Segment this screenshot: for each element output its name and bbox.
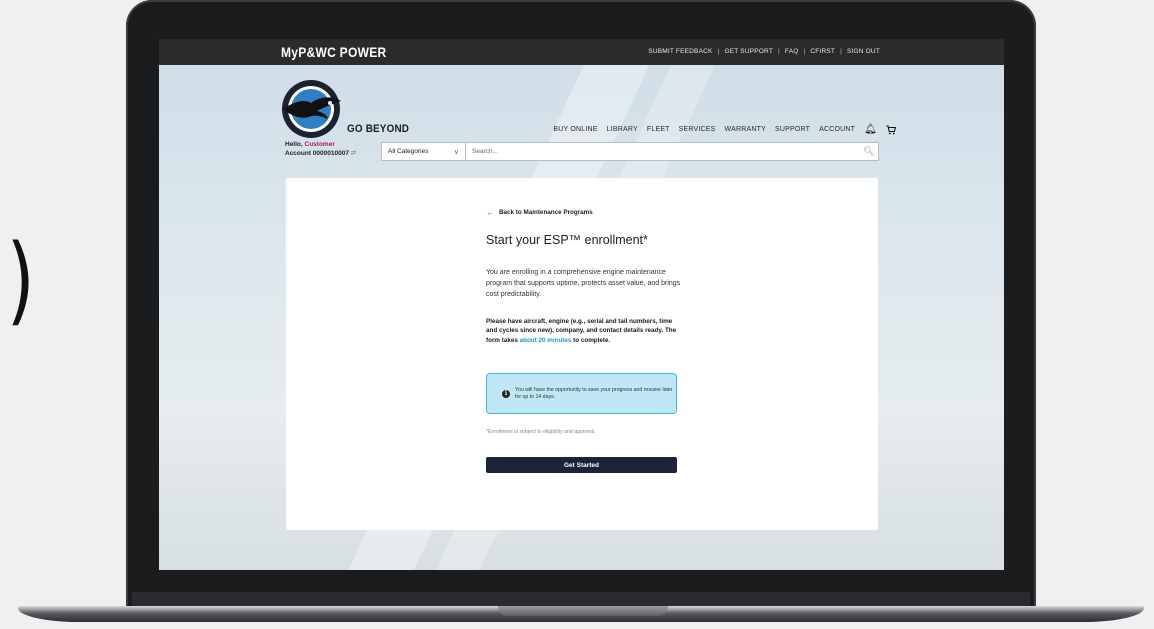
search-input[interactable] <box>466 148 862 155</box>
enrollment-card: ← Back to Maintenance Programs Start you… <box>286 178 878 530</box>
laptop-notch <box>498 606 668 616</box>
nav-support[interactable]: SUPPORT <box>775 126 810 133</box>
nav-services[interactable]: SERVICES <box>679 126 716 133</box>
search-icon[interactable]: 🔍︎ <box>862 146 876 157</box>
intro-text: You are enrolling in a comprehensive eng… <box>486 269 681 298</box>
preparation-text: Please have aircraft, engine (e.g., seri… <box>486 317 681 345</box>
nav-buy-online[interactable]: BUY ONLINE <box>553 126 597 133</box>
category-value: All Categories <box>388 148 429 155</box>
nav-warranty[interactable]: WARRANTY <box>725 126 766 133</box>
chevron-down-icon: ∨ <box>453 148 459 156</box>
laptop-screen: MyP&WC POWER SUBMIT FEEDBACK | GET SUPPO… <box>159 39 1004 570</box>
get-support-link[interactable]: GET SUPPORT <box>724 48 773 55</box>
get-started-button[interactable]: Get Started <box>486 457 677 473</box>
sign-out-link[interactable]: SIGN OUT <box>847 48 880 55</box>
closing-parenthesis: ) <box>6 224 35 336</box>
back-link[interactable]: ← Back to Maintenance Programs <box>486 208 593 217</box>
top-utility-bar: MyP&WC POWER SUBMIT FEEDBACK | GET SUPPO… <box>159 39 1004 65</box>
brand-name[interactable]: MyP&WC POWER <box>281 44 386 60</box>
bell-icon[interactable]: 🔔︎ <box>864 124 877 135</box>
customer-name[interactable]: Customer <box>305 141 335 148</box>
utility-links: SUBMIT FEEDBACK | GET SUPPORT | FAQ | CF… <box>648 48 880 55</box>
separator: | <box>840 48 842 55</box>
duration-highlight: about 20 minutes <box>519 336 572 344</box>
laptop-hinge <box>132 592 1030 606</box>
arrow-left-icon: ← <box>486 208 494 217</box>
account-number: Account 0000010007 <box>285 150 349 157</box>
account-greeting: Hello, Customer Account 0000010007 ⇄ <box>285 140 356 158</box>
separator: | <box>717 48 720 55</box>
back-link-label: Back to Maintenance Programs <box>499 209 593 216</box>
cart-icon[interactable] <box>886 124 896 135</box>
save-progress-notice: i You will have the opportunity to save … <box>486 373 677 414</box>
main-navigation: BUY ONLINE LIBRARY FLEET SERVICES WARRAN… <box>553 124 896 135</box>
pratt-whitney-eagle-logo[interactable] <box>281 79 341 139</box>
separator: | <box>778 48 780 55</box>
separator: | <box>803 48 806 55</box>
page-title: Start your ESP™ enrollment* <box>486 233 648 247</box>
nav-account[interactable]: ACCOUNT <box>819 126 855 133</box>
faq-link[interactable]: FAQ <box>785 48 799 55</box>
nav-fleet[interactable]: FLEET <box>647 126 670 133</box>
tagline: GO BEYOND <box>347 123 410 135</box>
switch-account-icon[interactable]: ⇄ <box>351 150 356 157</box>
search-bar: All Categories ∨ 🔍︎ <box>381 142 879 161</box>
eligibility-disclaimer: *Enrollment is subject to eligibility an… <box>486 429 596 435</box>
prep-text-end: to complete. <box>571 336 611 344</box>
submit-feedback-link[interactable]: SUBMIT FEEDBACK <box>648 48 712 55</box>
category-select[interactable]: All Categories ∨ <box>382 143 466 160</box>
nav-library[interactable]: LIBRARY <box>607 126 638 133</box>
notice-text: You will have the opportunity to save yo… <box>515 387 673 400</box>
info-icon: i <box>502 389 510 398</box>
cfirst-link[interactable]: CFIRST <box>810 48 835 55</box>
hello-label: Hello, <box>285 141 303 148</box>
